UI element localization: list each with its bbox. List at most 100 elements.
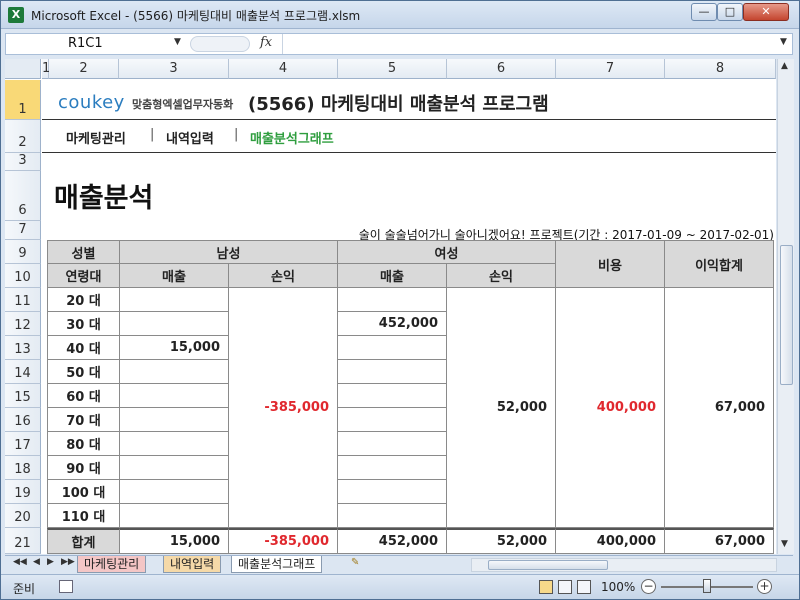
normal-view-icon[interactable]	[539, 580, 553, 594]
column-header[interactable]: 8	[665, 59, 776, 79]
tab-entry[interactable]: 내역입력	[163, 556, 222, 573]
last-sheet-icon[interactable]: ▶▶	[61, 557, 75, 567]
row-header[interactable]: 2	[5, 120, 41, 153]
formula-input[interactable]	[282, 34, 778, 54]
female-sales-cell[interactable]	[338, 288, 447, 312]
row-header[interactable]: 20	[5, 504, 41, 528]
vertical-scroll-thumb[interactable]	[780, 245, 793, 385]
horizontal-scroll-thumb[interactable]	[488, 560, 608, 570]
row-header[interactable]: 16	[5, 408, 41, 432]
next-sheet-icon[interactable]: ▶	[47, 557, 54, 567]
chevron-down-icon[interactable]: ▼	[174, 37, 181, 47]
nav-marketing-link[interactable]: 마케팅관리	[66, 128, 126, 147]
row-header[interactable]: 6	[5, 171, 41, 221]
totals-female-profit[interactable]: 52,000	[447, 528, 556, 554]
totals-female-sales[interactable]: 452,000	[338, 528, 447, 554]
age-band-label: 110 대	[47, 504, 120, 528]
row-header[interactable]: 14	[5, 360, 41, 384]
maximize-button[interactable]: □	[717, 3, 743, 21]
row-header[interactable]: 21	[5, 528, 41, 554]
male-sales-cell[interactable]	[120, 288, 229, 312]
female-sales-cell[interactable]	[338, 480, 447, 504]
female-sales-cell[interactable]	[338, 504, 447, 528]
age-band-label: 80 대	[47, 432, 120, 456]
row-header[interactable]: 19	[5, 480, 41, 504]
scroll-up-icon[interactable]: ▲	[781, 61, 788, 71]
page-break-preview-icon[interactable]	[577, 580, 591, 594]
zoom-slider-thumb[interactable]	[703, 579, 711, 593]
select-all-corner[interactable]	[5, 59, 41, 79]
scroll-down-icon[interactable]: ▼	[781, 539, 788, 549]
row-header[interactable]: 12	[5, 312, 41, 336]
male-sales-cell[interactable]	[120, 504, 229, 528]
male-sales-cell[interactable]: 15,000	[120, 336, 229, 360]
zoom-out-icon[interactable]: −	[641, 579, 656, 594]
name-box[interactable]: R1C1	[6, 34, 186, 54]
zoom-in-icon[interactable]: +	[757, 579, 772, 594]
cost-merged[interactable]: 400,000	[556, 288, 665, 528]
row-header[interactable]: 17	[5, 432, 41, 456]
first-sheet-icon[interactable]: ◀◀	[13, 557, 27, 567]
age-band-label: 100 대	[47, 480, 120, 504]
row-header[interactable]: 18	[5, 456, 41, 480]
row-header-label: 17	[14, 438, 31, 453]
prev-sheet-icon[interactable]: ◀	[33, 557, 40, 567]
column-header[interactable]: 4	[229, 59, 338, 79]
female-sales-cell[interactable]	[338, 384, 447, 408]
insert-sheet-icon[interactable]: ✎	[351, 557, 369, 571]
excel-app-icon[interactable]: X	[8, 7, 24, 23]
female-sales-cell[interactable]	[338, 408, 447, 432]
row-header[interactable]: 11	[5, 288, 41, 312]
row-header[interactable]: 10	[5, 264, 41, 288]
horizontal-scrollbar[interactable]	[471, 558, 777, 572]
zoom-level[interactable]: 100%	[601, 580, 635, 594]
male-sales-cell[interactable]	[120, 480, 229, 504]
column-header[interactable]: 7	[556, 59, 665, 79]
row-header[interactable]: 3	[5, 153, 41, 171]
column-header[interactable]: 1	[42, 59, 50, 79]
close-button[interactable]: ✕	[743, 3, 789, 21]
age-band-label: 90 대	[47, 456, 120, 480]
minimize-button[interactable]: —	[691, 3, 717, 21]
age-band-label: 50 대	[47, 360, 120, 384]
male-sales-cell[interactable]	[120, 432, 229, 456]
column-header[interactable]: 3	[119, 59, 229, 79]
row-header[interactable]: 15	[5, 384, 41, 408]
female-sales-cell[interactable]	[338, 336, 447, 360]
nav-entry-link[interactable]: 내역입력	[166, 128, 214, 147]
column-header[interactable]: 6	[447, 59, 556, 79]
row-header[interactable]: 7	[5, 221, 41, 240]
female-sales-cell[interactable]: 452,000	[338, 312, 447, 336]
male-sales-cell[interactable]	[120, 456, 229, 480]
male-sales-cell[interactable]	[120, 360, 229, 384]
female-profit-merged[interactable]: 52,000	[447, 288, 556, 528]
female-sales-cell[interactable]	[338, 360, 447, 384]
insert-function-icon[interactable]: fx	[260, 35, 272, 50]
nav-separator: |	[234, 127, 239, 142]
total-profit-merged[interactable]: 67,000	[665, 288, 774, 528]
row-header-label: 9	[18, 246, 27, 261]
nav-sales-graph-link[interactable]: 매출분석그래프	[250, 128, 334, 147]
male-sales-cell[interactable]	[120, 408, 229, 432]
male-sales-cell[interactable]	[120, 312, 229, 336]
male-profit-merged[interactable]: -385,000	[229, 288, 338, 528]
totals-cost[interactable]: 400,000	[556, 528, 665, 554]
row-header[interactable]: 1	[5, 80, 41, 120]
worksheet-grid[interactable]: 12345678 1 2 3 6 7 9 10 11 12 13 14 15 16 17 18 19 20 21 …	[5, 59, 776, 554]
tab-marketing[interactable]: 마케팅관리	[77, 556, 147, 573]
column-header[interactable]: 2	[49, 59, 119, 79]
female-sales-cell[interactable]	[338, 432, 447, 456]
row-header[interactable]: 9	[5, 240, 41, 264]
tab-sales-graph[interactable]: 매출분석그래프	[231, 556, 323, 573]
female-sales-cell[interactable]	[338, 456, 447, 480]
expand-formula-bar-icon[interactable]: ▼	[780, 37, 787, 47]
row-header[interactable]: 13	[5, 336, 41, 360]
column-header[interactable]: 5	[338, 59, 447, 79]
totals-male-profit[interactable]: -385,000	[229, 528, 338, 554]
totals-male-sales[interactable]: 15,000	[120, 528, 229, 554]
vertical-scrollbar[interactable]: ▲ ▼	[777, 59, 794, 554]
page-layout-view-icon[interactable]	[558, 580, 572, 594]
macro-record-icon[interactable]	[59, 580, 73, 593]
totals-total-profit[interactable]: 67,000	[665, 528, 774, 554]
male-sales-cell[interactable]	[120, 384, 229, 408]
